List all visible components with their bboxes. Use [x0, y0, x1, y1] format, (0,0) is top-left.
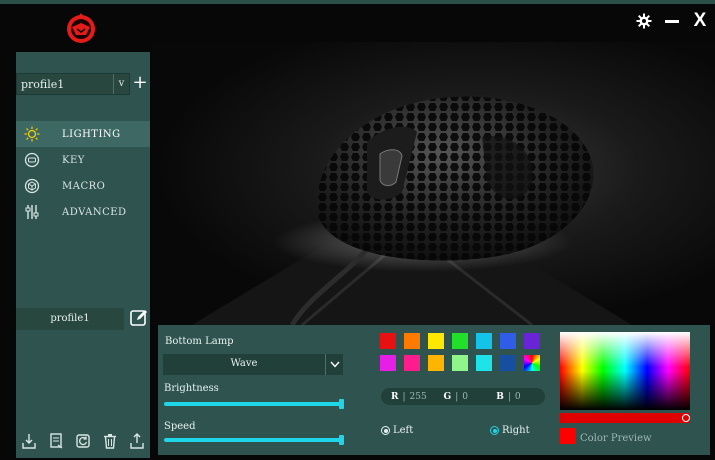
export-icon[interactable]	[47, 432, 65, 450]
window-top-border	[0, 0, 715, 4]
rgb-value-bar: R | 255 G | 0 B | 0	[381, 388, 545, 405]
color-swatch[interactable]	[380, 333, 396, 349]
color-swatch[interactable]	[452, 333, 468, 349]
g-label: G	[443, 391, 452, 402]
slider-thumb[interactable]	[339, 435, 344, 445]
sidebar-item-label: LIGHTING	[62, 128, 121, 140]
speed-label: Speed	[164, 421, 196, 432]
sidebar-item-key[interactable]: KEY	[16, 147, 150, 173]
edit-icon[interactable]	[130, 309, 148, 327]
profile-select[interactable]: profile1 v	[16, 73, 130, 95]
radio-dot-icon	[490, 426, 499, 435]
sidebar-item-macro[interactable]: MACRO	[16, 173, 150, 199]
color-picker-spectrum[interactable]	[560, 332, 690, 410]
window-controls: X	[635, 10, 709, 32]
chevron-down-icon[interactable]	[325, 354, 343, 375]
delete-icon[interactable]	[101, 432, 119, 450]
luminance-knob[interactable]	[682, 414, 690, 422]
sidebar-item-label: ADVANCED	[62, 206, 127, 218]
direction-right-radio[interactable]: Right	[490, 425, 530, 436]
brightness-label: Brightness	[164, 383, 219, 394]
sidebar-item-label: MACRO	[62, 180, 106, 192]
direction-left-radio[interactable]: Left	[381, 425, 413, 436]
slider-fill	[164, 402, 344, 406]
rainbow-swatch[interactable]	[524, 355, 540, 371]
apply-icon[interactable]	[128, 432, 146, 450]
color-swatch[interactable]	[524, 333, 540, 349]
color-swatch[interactable]	[452, 355, 468, 371]
app-window: X profile1 v + LIGHTING KEY MACRO ADVANC…	[0, 0, 715, 460]
cube-icon	[24, 178, 40, 194]
effect-mode-select[interactable]: Wave	[163, 354, 343, 375]
profile-select-value: profile1	[21, 78, 65, 91]
direction-right-label: Right	[502, 425, 530, 436]
b-value-field[interactable]: 0	[515, 392, 539, 402]
import-icon[interactable]	[20, 432, 38, 450]
sidebar-item-lighting[interactable]: LIGHTING	[16, 121, 150, 147]
effect-mode-value: Wave	[230, 358, 258, 369]
key-icon	[24, 152, 40, 168]
profile-name-field[interactable]: profile1	[16, 308, 124, 330]
minimize-icon[interactable]	[663, 10, 681, 32]
chevron-down-icon[interactable]: v	[113, 74, 129, 94]
profile-toolbar	[16, 430, 150, 452]
sidebar-item-label: KEY	[62, 154, 85, 166]
speed-slider[interactable]	[164, 435, 344, 445]
direction-left-label: Left	[393, 425, 414, 436]
sliders-icon	[24, 204, 40, 220]
color-swatch[interactable]	[476, 333, 492, 349]
color-swatch[interactable]	[428, 355, 444, 371]
color-swatch[interactable]	[476, 355, 492, 371]
slider-thumb[interactable]	[339, 399, 344, 409]
color-swatch[interactable]	[500, 333, 516, 349]
r-value-field[interactable]: 255	[410, 392, 434, 402]
sidebar-nav: LIGHTING KEY MACRO ADVANCED	[16, 121, 150, 225]
sun-icon	[24, 126, 40, 142]
luminance-slider[interactable]	[560, 413, 690, 423]
reset-icon[interactable]	[74, 432, 92, 450]
radio-dot-icon	[381, 426, 390, 435]
brand-logo-icon	[67, 13, 95, 43]
color-swatch[interactable]	[380, 355, 396, 371]
color-swatch-grid	[380, 333, 546, 371]
add-profile-button[interactable]: +	[130, 73, 150, 95]
b-label: B	[496, 391, 504, 402]
lamp-label: Bottom Lamp	[165, 336, 234, 347]
mouse-product-image	[152, 42, 715, 325]
color-swatch[interactable]	[404, 355, 420, 371]
color-swatch[interactable]	[428, 333, 444, 349]
close-icon[interactable]: X	[691, 10, 709, 32]
color-swatch[interactable]	[500, 355, 516, 371]
settings-gear-icon[interactable]	[635, 10, 653, 32]
g-value-field[interactable]: 0	[462, 392, 486, 402]
sidebar	[16, 52, 150, 458]
slider-fill	[164, 438, 344, 442]
color-swatch[interactable]	[404, 333, 420, 349]
brightness-slider[interactable]	[164, 399, 344, 409]
sidebar-item-advanced[interactable]: ADVANCED	[16, 199, 150, 225]
r-label: R	[391, 391, 399, 402]
color-preview-swatch	[560, 428, 576, 444]
color-preview-label: Color Preview	[580, 433, 652, 444]
